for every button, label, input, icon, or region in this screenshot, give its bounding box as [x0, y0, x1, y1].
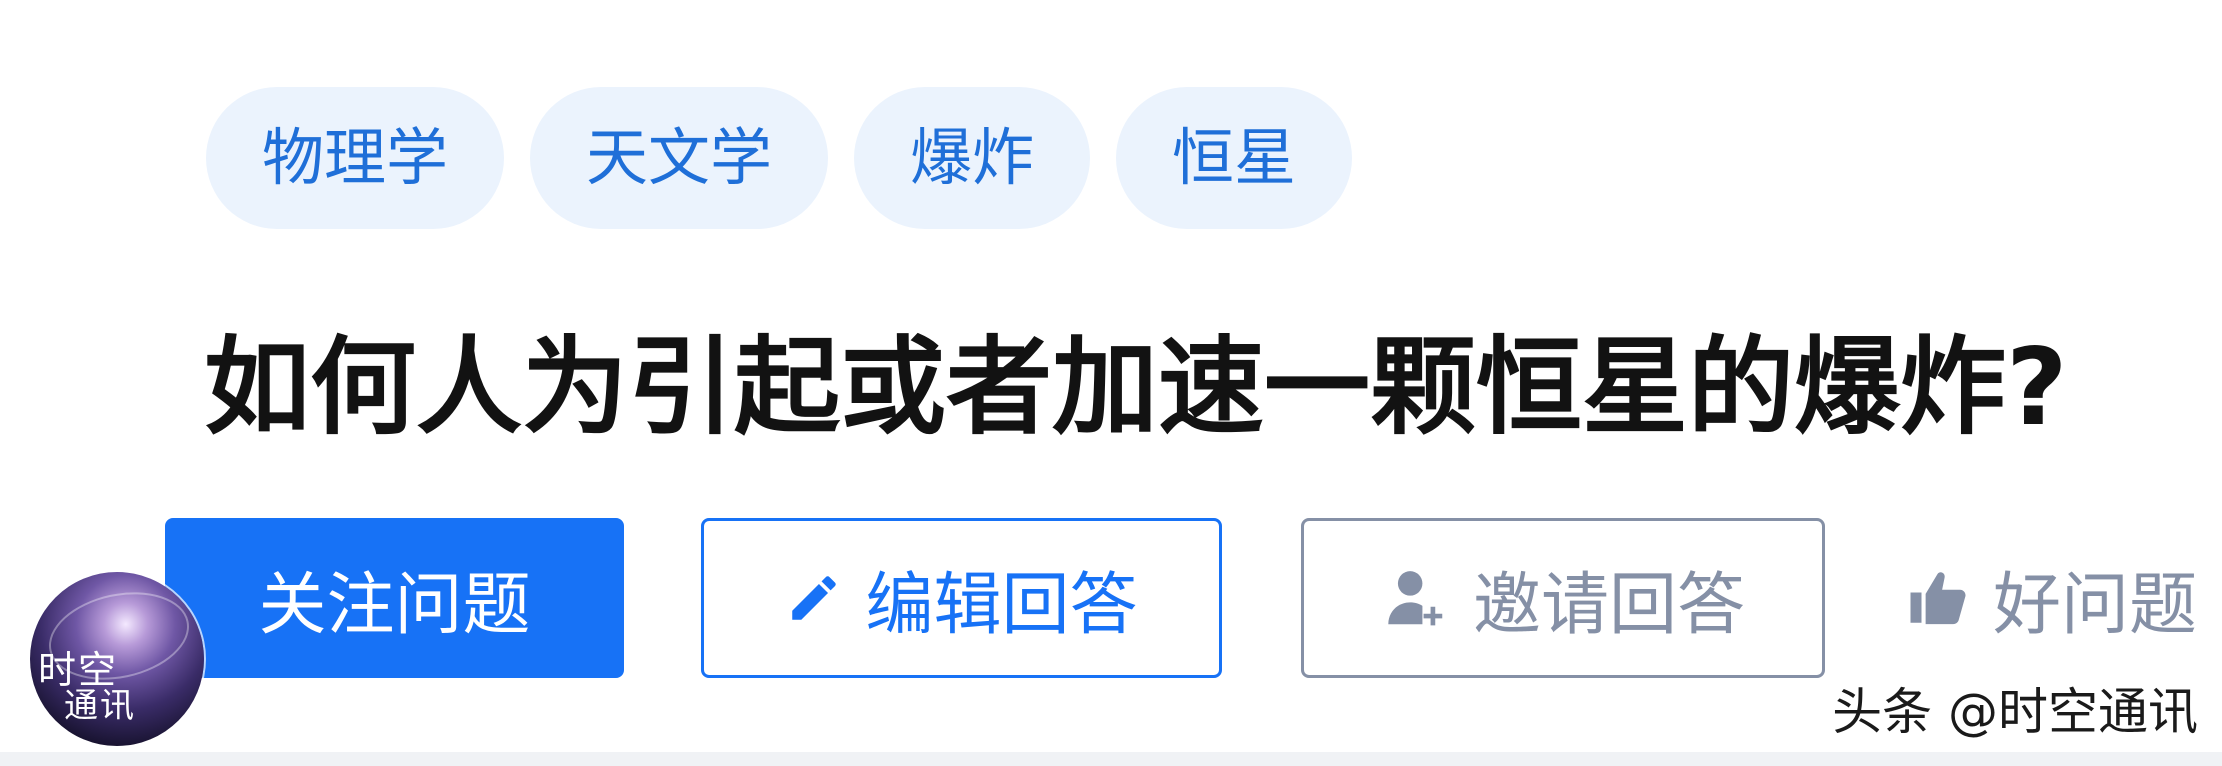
- topic-tag-astronomy[interactable]: 天文学: [530, 87, 829, 229]
- invite-answer-button[interactable]: 邀请回答: [1301, 518, 1825, 678]
- good-question-button[interactable]: 好问题: [1905, 518, 2222, 678]
- topic-tag-star[interactable]: 恒星: [1116, 87, 1353, 229]
- invite-answer-label: 邀请回答: [1472, 565, 1745, 645]
- follow-question-label: 关注问题: [258, 565, 531, 645]
- author-avatar[interactable]: 时空 通讯: [30, 572, 204, 746]
- avatar-text-line1: 时空: [38, 648, 119, 692]
- add-user-icon: [1381, 563, 1451, 633]
- watermark-text: 头条 @时空通讯: [1832, 683, 2198, 741]
- good-question-label: 好问题: [1993, 565, 2198, 645]
- question-title: 如何人为引起或者加速一颗恒星的爆炸?: [204, 326, 2068, 449]
- topic-tag-explosion[interactable]: 爆炸: [854, 87, 1091, 229]
- thumbs-up-icon: [1905, 565, 1971, 631]
- pencil-icon: [785, 569, 843, 627]
- topic-tags: 物理学 天文学 爆炸 恒星: [206, 87, 1353, 229]
- avatar-text-line2: 通讯: [64, 686, 136, 726]
- edit-answer-label: 编辑回答: [865, 565, 1138, 645]
- follow-question-button[interactable]: 关注问题: [165, 518, 624, 678]
- topic-tag-physics[interactable]: 物理学: [206, 87, 505, 229]
- edit-answer-button[interactable]: 编辑回答: [701, 518, 1222, 678]
- question-header: 物理学 天文学 爆炸 恒星 如何人为引起或者加速一颗恒星的爆炸? 关注问题 编辑…: [0, 0, 2222, 766]
- bottom-divider: [0, 752, 2222, 766]
